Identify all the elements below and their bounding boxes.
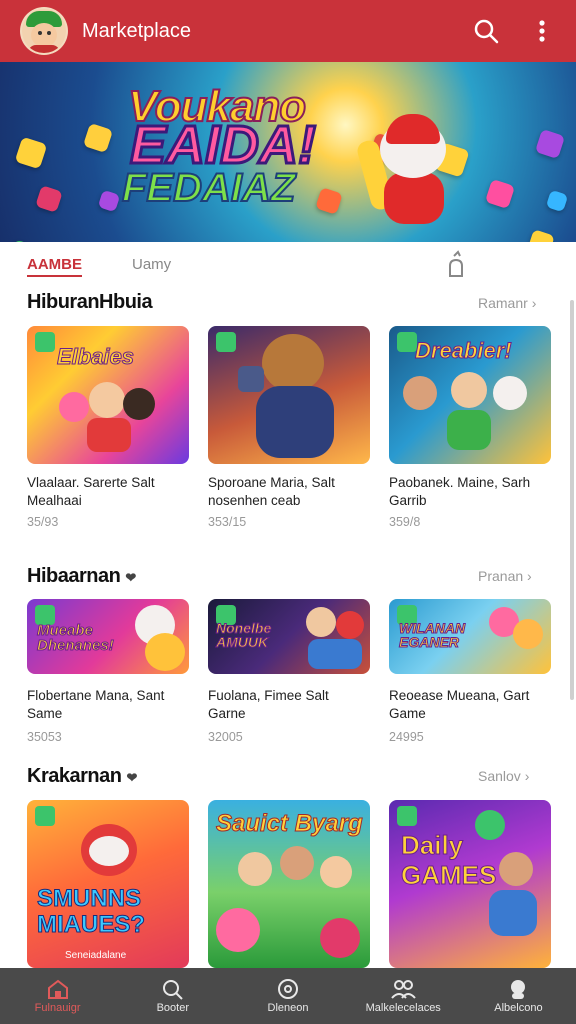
- more-vert-icon[interactable]: [518, 7, 566, 55]
- nav-label: Albelcono: [494, 1002, 543, 1014]
- chevron-right-icon: ›: [527, 568, 532, 584]
- chevron-right-icon: ›: [531, 295, 537, 311]
- scrollbar[interactable]: [570, 300, 574, 700]
- game-title[interactable]: Vlaalaar. Sarerte Salt Mealhaai: [27, 474, 189, 510]
- section-title-text: Hibaarnan: [27, 565, 121, 587]
- more-label: Sanlov: [478, 768, 521, 784]
- more-label: Pranan: [478, 568, 524, 584]
- game-thumbnail[interactable]: SMUNNS MIAUES? Seneiadalane: [27, 800, 189, 968]
- thumb-title: Sauict Byarg: [216, 810, 364, 838]
- tab-1[interactable]: Uamy: [132, 256, 171, 273]
- more-label: Ramanr: [478, 295, 528, 311]
- nav-label: Dleneon: [267, 1002, 309, 1014]
- game-thumbnail[interactable]: Daily GAMES: [389, 800, 551, 968]
- app-badge-icon: [397, 332, 417, 352]
- home-icon: [47, 979, 68, 999]
- section-title-text: Krakarnan: [27, 765, 122, 787]
- thumb-caption: Seneiadalane: [65, 950, 127, 961]
- avatar[interactable]: [20, 7, 68, 55]
- game-thumbnail[interactable]: Mueabe Dhenanes!: [27, 599, 189, 674]
- nav-label: Fulnauigr: [34, 1002, 81, 1014]
- game-thumbnail[interactable]: Sauict Byarg: [208, 800, 370, 968]
- thumb-title: Mueabe Dhenanes!: [37, 622, 115, 654]
- hero-banner[interactable]: Voukano EAIDA! FEDAIAZ: [0, 62, 576, 242]
- game-thumbnail[interactable]: Dreabier!: [389, 326, 551, 464]
- thumb-title: Elbaies: [56, 344, 135, 370]
- section-more-link[interactable]: Ramanr ›: [478, 295, 536, 311]
- compass-icon: [278, 979, 298, 999]
- thumb-title: Nonelbe AMUUK: [216, 620, 272, 650]
- section-more-link[interactable]: Pranan ›: [478, 568, 532, 584]
- nav-label: Malkelecelaces: [365, 1002, 441, 1014]
- game-meta: 35/93: [27, 515, 59, 529]
- chevron-down-icon: ❤: [126, 770, 138, 785]
- search-icon[interactable]: [462, 7, 510, 55]
- nav-item-search[interactable]: Booter: [115, 968, 230, 1024]
- app-badge-icon: [216, 332, 236, 352]
- chevron-down-icon: ❤: [125, 570, 136, 585]
- game-thumbnail[interactable]: WILANAN EGANER: [389, 599, 551, 674]
- game-title[interactable]: Flobertane Mana, Sant Same: [27, 687, 189, 723]
- nav-item-marketplace[interactable]: Malkelecelaces: [346, 968, 461, 1024]
- thumb-title: SMUNNS MIAUES?: [37, 885, 146, 938]
- game-title[interactable]: Paobanek. Maine, Sarh Garrib: [389, 474, 551, 510]
- nav-item-profile[interactable]: Albelcono: [461, 968, 576, 1024]
- game-thumbnail[interactable]: [208, 326, 370, 464]
- section-more-link[interactable]: Sanlov ›: [478, 768, 529, 784]
- game-meta: 32005: [208, 730, 243, 744]
- app-badge-icon: [35, 806, 55, 826]
- banner-mascot: [355, 114, 456, 230]
- filter-icon[interactable]: [444, 250, 468, 278]
- section-title: HiburanHbuia: [27, 291, 153, 313]
- game-title[interactable]: Reoease Mueana, Gart Game: [389, 687, 551, 723]
- bottom-navigation: Fulnauigr Booter Dleneon Malkelecelaces …: [0, 968, 576, 1024]
- game-meta: 35053: [27, 730, 62, 744]
- banner-title-3: FEDAIAZ: [121, 165, 296, 211]
- game-title[interactable]: Sporoane Maria, Salt nosenhen ceab: [208, 474, 370, 510]
- section-title[interactable]: Hibaarnan ❤: [27, 565, 136, 588]
- thumb-title: Dreabier!: [415, 338, 513, 364]
- search-icon: [162, 980, 183, 1000]
- top-app-bar: Marketplace: [0, 0, 576, 62]
- profile-icon: [511, 980, 526, 999]
- people-icon: [391, 980, 416, 999]
- nav-item-home[interactable]: Fulnauigr: [0, 968, 115, 1024]
- game-meta: 353/15: [208, 515, 247, 529]
- game-title[interactable]: Fuolana, Fimee Salt Garne: [208, 687, 370, 723]
- game-thumbnail[interactable]: Nonelbe AMUUK: [208, 599, 370, 674]
- game-meta: 359/8: [389, 515, 421, 529]
- section-title[interactable]: Krakarnan ❤: [27, 765, 137, 788]
- tab-bar: AAMBE Uamy: [0, 242, 576, 288]
- nav-item-explore[interactable]: Dleneon: [230, 968, 345, 1024]
- app-badge-icon: [35, 332, 55, 352]
- chevron-right-icon: ›: [524, 768, 530, 784]
- nav-label: Booter: [156, 1002, 190, 1014]
- app-badge-icon: [397, 806, 417, 826]
- app-title: Marketplace: [82, 19, 191, 42]
- thumb-title: WILANAN EGANER: [399, 620, 466, 650]
- tab-0[interactable]: AAMBE: [27, 256, 82, 277]
- game-thumbnail[interactable]: Elbaies: [27, 326, 189, 464]
- game-meta: 24995: [389, 730, 424, 744]
